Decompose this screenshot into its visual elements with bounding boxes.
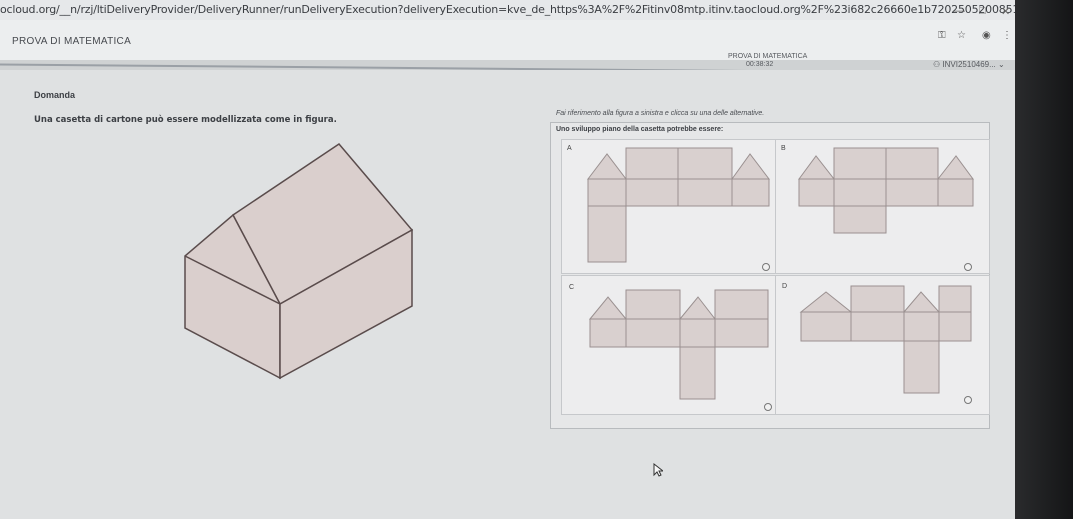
url-text[interactable]: ocloud.org/__n/rzj/ltiDeliveryProvider/D… [0, 3, 1073, 16]
answer-title: Uno sviluppo piano della casetta potrebb… [556, 126, 724, 133]
menu-icon[interactable]: ⋮ [1002, 30, 1012, 41]
radio-option-b[interactable] [964, 263, 972, 271]
close-icon[interactable]: ✕ [1001, 5, 1010, 18]
option-b[interactable]: B [775, 139, 990, 274]
app-title: PROVA DI MATEMATICA [12, 36, 132, 47]
browser-toolbar [0, 20, 1040, 60]
timer: 00:38:32 [746, 61, 774, 68]
key-icon[interactable]: ⚿ [938, 30, 946, 41]
chevron-down-icon: ⌄ [998, 60, 1005, 69]
radio-option-d[interactable] [964, 396, 972, 404]
house-figure [184, 143, 414, 380]
mouse-cursor-icon [653, 463, 663, 477]
address-bar[interactable]: ocloud.org/__n/rzj/ltiDeliveryProvider/D… [0, 0, 1073, 21]
option-letter: B [781, 145, 786, 152]
net-c [588, 289, 769, 400]
net-a [586, 147, 771, 263]
option-letter: C [569, 284, 575, 291]
question-label: Domanda [34, 90, 76, 100]
minimize-icon[interactable]: — [954, 5, 965, 17]
screen-edge [1015, 0, 1073, 519]
radio-option-a[interactable] [762, 263, 770, 271]
radio-option-c[interactable] [764, 403, 772, 411]
net-b [798, 147, 974, 234]
option-a[interactable]: A [561, 139, 777, 274]
user-icon: ⚇ [933, 60, 941, 69]
question-text: Una casetta di cartone può essere modell… [34, 115, 337, 125]
user-menu[interactable]: ⚇ INVI2510469... ⌄ [933, 60, 1005, 69]
net-d [799, 285, 972, 394]
profile-icon[interactable]: ◉ [982, 30, 991, 41]
test-title: PROVA DI MATEMATICA [728, 53, 808, 60]
option-c[interactable]: C [561, 275, 777, 415]
user-name: INVI2510469... [942, 60, 996, 69]
restore-icon[interactable]: □ [979, 5, 986, 17]
instruction-text: Fai riferimento alla figura a sinistra e… [556, 110, 765, 117]
option-letter: A [567, 145, 572, 152]
option-d[interactable]: D [775, 275, 990, 415]
option-letter: D [782, 283, 788, 290]
star-icon[interactable]: ☆ [957, 30, 966, 41]
